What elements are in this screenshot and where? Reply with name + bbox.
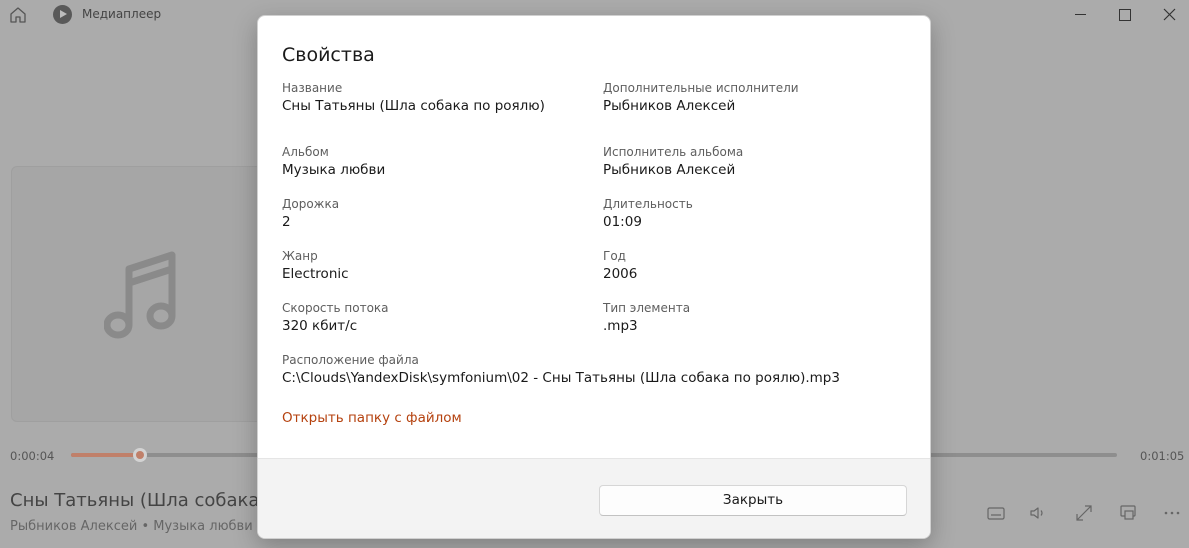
prop-value: 320 кбит/с <box>282 318 358 334</box>
prop-value: 01:09 <box>603 214 642 230</box>
prop-file-location: Расположение файла C:\Clouds\YandexDisk\… <box>282 352 840 387</box>
prop-genre: Жанр Electronic <box>282 248 349 283</box>
prop-duration: Длительность 01:09 <box>603 196 693 231</box>
prop-bitrate: Скорость потока 320 кбит/с <box>282 300 389 335</box>
prop-item-type: Тип элемента .mp3 <box>603 300 690 335</box>
prop-value: Рыбников Алексей <box>603 98 736 114</box>
prop-track: Дорожка 2 <box>282 196 339 231</box>
prop-album-artist: Исполнитель альбома Рыбников Алексей <box>603 144 743 179</box>
prop-label: Дополнительные исполнители <box>603 81 799 95</box>
prop-label: Тип элемента <box>603 301 691 315</box>
prop-value: 2006 <box>603 266 638 282</box>
prop-value: Рыбников Алексей <box>603 162 736 178</box>
prop-value: C:\Clouds\YandexDisk\symfonium\02 - Сны … <box>282 370 840 386</box>
prop-value: 2 <box>282 214 291 230</box>
prop-label: Дорожка <box>282 197 340 211</box>
open-folder-link[interactable]: Открыть папку с файлом <box>282 410 462 426</box>
prop-label: Длительность <box>603 197 693 211</box>
prop-value: Electronic <box>282 266 349 282</box>
prop-label: Название <box>282 81 343 95</box>
prop-title: Название Сны Татьяны (Шла собака по роял… <box>282 80 545 115</box>
prop-label: Жанр <box>282 249 318 263</box>
prop-year: Год 2006 <box>603 248 637 283</box>
properties-dialog: Свойства Название Сны Татьяны (Шла собак… <box>257 15 931 539</box>
prop-label: Расположение файла <box>282 353 419 367</box>
prop-value: Музыка любви <box>282 162 386 178</box>
close-button[interactable]: Закрыть <box>599 485 907 516</box>
dialog-footer: Закрыть <box>258 458 930 538</box>
prop-label: Год <box>603 249 626 263</box>
prop-label: Скорость потока <box>282 301 389 315</box>
prop-extra-artists: Дополнительные исполнители Рыбников Алек… <box>603 80 799 115</box>
prop-label: Исполнитель альбома <box>603 145 744 159</box>
prop-value: Сны Татьяны (Шла собака по роялю) <box>282 98 545 114</box>
prop-label: Альбом <box>282 145 329 159</box>
prop-value: .mp3 <box>603 318 638 334</box>
dialog-title: Свойства <box>282 44 375 66</box>
prop-album: Альбом Музыка любви <box>282 144 385 179</box>
